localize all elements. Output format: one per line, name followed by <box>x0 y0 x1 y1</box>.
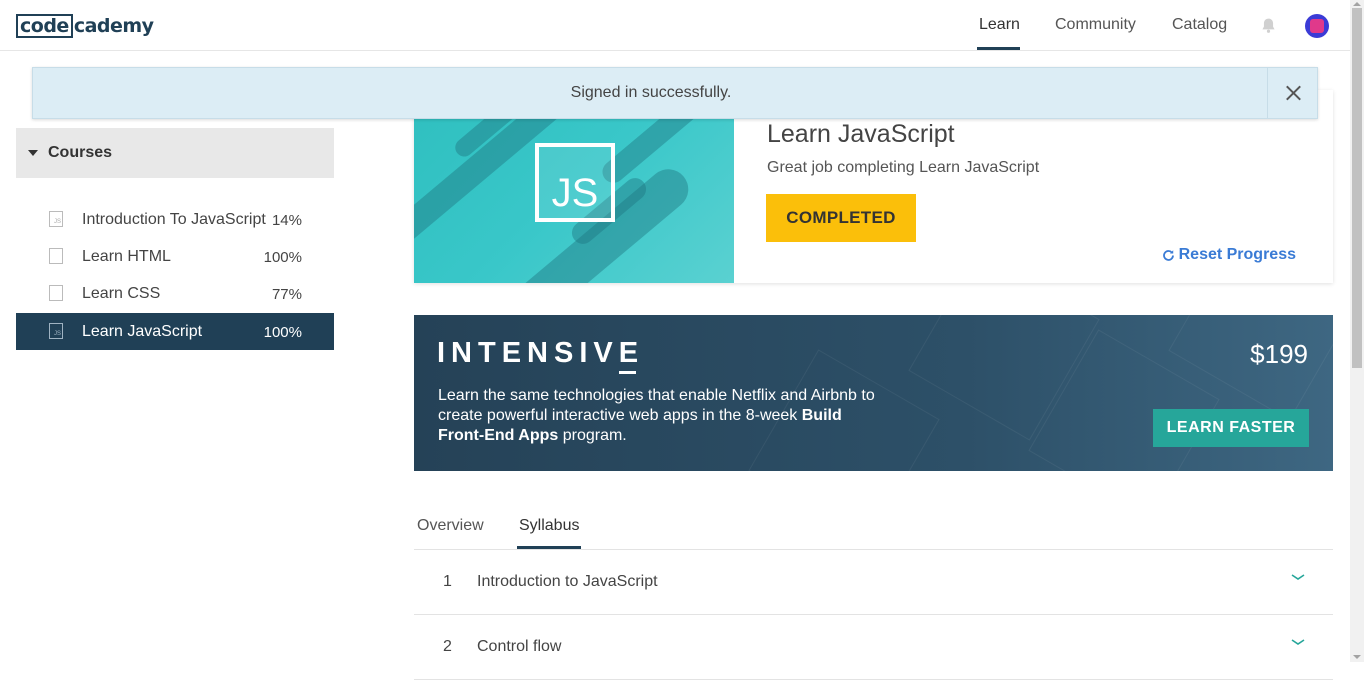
sidebar-course-learn-js[interactable]: JS Learn JavaScript 100% <box>16 313 334 350</box>
syllabus-title: Control flow <box>477 638 562 655</box>
logo-boxed-text: code <box>16 14 73 38</box>
reset-progress-label: Reset Progress <box>1178 246 1296 263</box>
html-file-icon <box>49 248 63 264</box>
scroll-down-arrow-icon[interactable] <box>1353 655 1361 659</box>
codecademy-logo[interactable]: code cademy <box>16 13 154 39</box>
course-title: Learn CSS <box>82 285 161 302</box>
intensive-promo: INTENSIVE Learn the same technologies th… <box>414 315 1333 471</box>
course-title: Introduction To JavaScript <box>82 211 266 228</box>
sidebar-course-html[interactable]: Learn HTML 100% <box>16 238 334 275</box>
js-file-icon: JS <box>49 323 63 339</box>
courses-section-header[interactable]: Courses <box>16 128 334 178</box>
syllabus-title: Introduction to JavaScript <box>477 573 658 590</box>
sidebar-course-intro-js[interactable]: JS Introduction To JavaScript 14% <box>16 201 334 238</box>
chevron-down-icon[interactable] <box>1291 637 1305 647</box>
flash-message-text: Signed in successfully. <box>570 84 732 101</box>
js-file-icon: JS <box>49 211 63 227</box>
nav-community-link[interactable]: Community <box>1055 16 1136 34</box>
refresh-icon <box>1162 249 1174 261</box>
course-percent: 100% <box>263 249 302 266</box>
user-avatar[interactable] <box>1305 14 1329 38</box>
scrollbar-thumb[interactable] <box>1352 8 1362 368</box>
course-title: Learn JavaScript <box>82 323 203 340</box>
course-title: Learn HTML <box>82 248 171 265</box>
syllabus-number: 2 <box>443 638 452 655</box>
course-title-heading: Learn JavaScript <box>767 120 955 148</box>
course-subtitle: Great job completing Learn JavaScript <box>767 159 1040 176</box>
css-file-icon <box>49 285 63 301</box>
nav-catalog-link[interactable]: Catalog <box>1172 16 1227 34</box>
bell-icon[interactable] <box>1260 17 1277 34</box>
page-scrollbar[interactable] <box>1350 0 1364 662</box>
syllabus-number: 1 <box>443 573 452 590</box>
completed-status-button[interactable]: COMPLETED <box>766 194 916 242</box>
top-nav: code cademy Learn Community Catalog <box>0 0 1350 51</box>
chevron-down-icon[interactable] <box>1291 572 1305 582</box>
intensive-price: $199 <box>1250 339 1308 369</box>
intensive-brand-underline <box>619 371 636 374</box>
scroll-up-arrow-icon[interactable] <box>1353 2 1361 6</box>
course-percent: 14% <box>271 212 302 229</box>
nav-learn-link[interactable]: Learn <box>979 16 1020 34</box>
nav-active-indicator <box>977 47 1020 50</box>
syllabus-row[interactable]: 1 Introduction to JavaScript <box>414 550 1333 615</box>
reset-progress-link[interactable]: Reset Progress <box>1162 246 1296 264</box>
intensive-brand: INTENSIVE <box>437 337 645 369</box>
courses-header-label: Courses <box>48 144 113 161</box>
course-percent: 100% <box>263 324 302 341</box>
caret-down-icon <box>28 150 38 156</box>
flash-message: Signed in successfully. <box>32 67 1318 119</box>
js-logo-icon: JS <box>535 143 615 222</box>
learn-faster-button[interactable]: LEARN FASTER <box>1153 409 1309 447</box>
tab-syllabus[interactable]: Syllabus <box>519 517 579 535</box>
logo-rest-text: cademy <box>73 15 154 37</box>
close-icon[interactable] <box>1267 68 1317 118</box>
syllabus-row[interactable]: 2 Control flow <box>414 615 1333 680</box>
intensive-description: Learn the same technologies that enable … <box>438 387 875 444</box>
course-percent: 77% <box>271 286 302 303</box>
sidebar-course-css[interactable]: Learn CSS 77% <box>16 275 334 312</box>
tab-overview[interactable]: Overview <box>417 517 484 535</box>
